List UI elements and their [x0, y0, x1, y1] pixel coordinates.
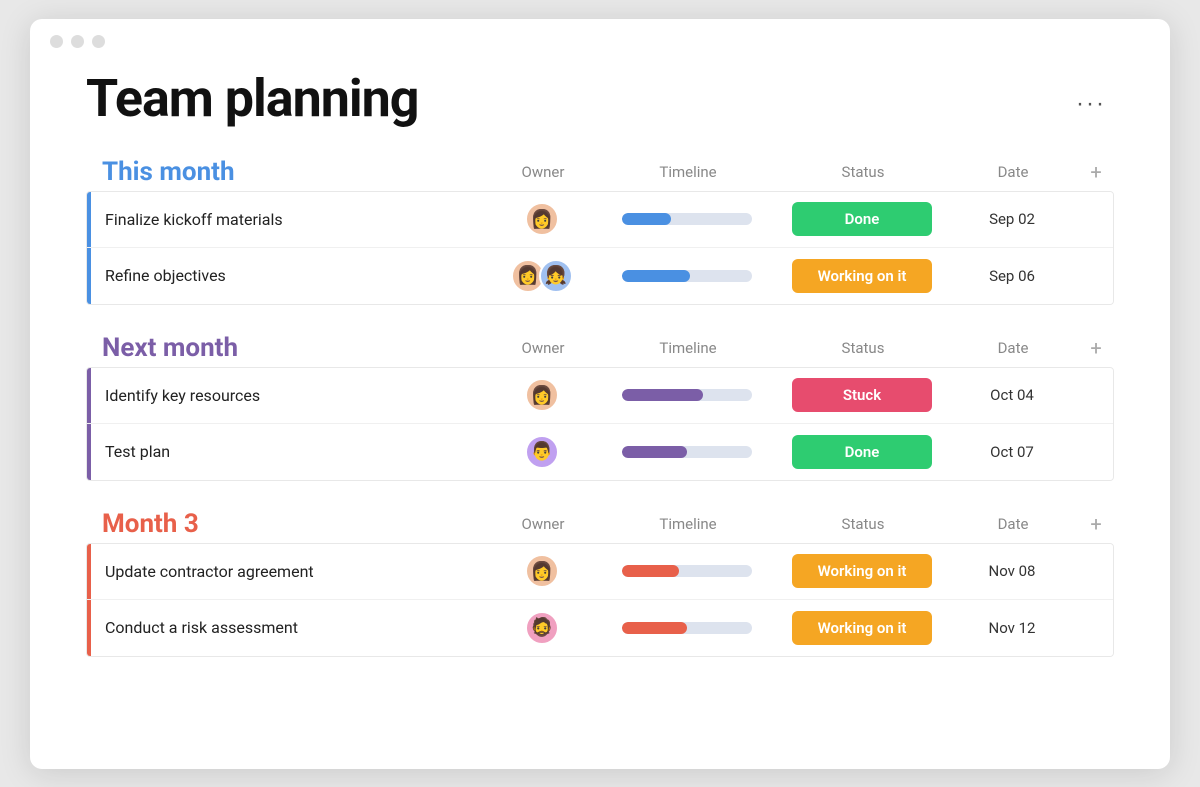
table-body: Finalize kickoff materials 👩 Done Sep 02…	[86, 191, 1114, 305]
col-header-date: Date	[948, 515, 1078, 533]
section-this-month: This month Owner Timeline Status Date + …	[86, 157, 1114, 305]
timeline-bar-bg	[622, 213, 752, 225]
page-title: Team planning	[86, 68, 419, 129]
status-badge: Done	[792, 202, 932, 236]
timeline-bar-bg	[622, 270, 752, 282]
owner-cell: 👩	[487, 202, 597, 236]
timeline-bar-fill	[622, 622, 687, 634]
page-header: Team planning ···	[86, 68, 1114, 129]
date-cell: Nov 12	[947, 619, 1077, 637]
status-badge: Working on it	[792, 259, 932, 293]
timeline-cell	[597, 270, 777, 282]
timeline-bar-bg	[622, 446, 752, 458]
col-header-status: Status	[778, 515, 948, 533]
more-button[interactable]: ···	[1068, 86, 1114, 122]
timeline-cell	[597, 565, 777, 577]
main-window: Team planning ··· This month Owner Timel…	[30, 19, 1170, 769]
dot-red	[50, 35, 63, 48]
timeline-bar-fill	[622, 565, 679, 577]
task-name: Test plan	[91, 442, 487, 461]
status-badge: Working on it	[792, 554, 932, 588]
timeline-bar-fill	[622, 446, 687, 458]
col-header-status: Status	[778, 163, 948, 181]
section-title: Next month	[102, 333, 238, 363]
timeline-cell	[597, 446, 777, 458]
section-month-3: Month 3 Owner Timeline Status Date + Upd…	[86, 509, 1114, 657]
col-header-owner: Owner	[488, 339, 598, 357]
col-header-date: Date	[948, 339, 1078, 357]
table-row[interactable]: Update contractor agreement 👩 Working on…	[87, 544, 1113, 600]
sections-container: This month Owner Timeline Status Date + …	[86, 157, 1114, 657]
timeline-cell	[597, 213, 777, 225]
col-header-timeline: Timeline	[598, 515, 778, 533]
task-name: Update contractor agreement	[91, 562, 487, 581]
timeline-bar-bg	[622, 622, 752, 634]
owner-cell: 👨	[487, 435, 597, 469]
col-header-timeline: Timeline	[598, 163, 778, 181]
owner-cell: 🧔	[487, 611, 597, 645]
status-badge: Working on it	[792, 611, 932, 645]
date-cell: Nov 08	[947, 562, 1077, 580]
timeline-bar-fill	[622, 213, 671, 225]
titlebar	[30, 19, 1170, 58]
avatar: 👩	[525, 554, 559, 588]
status-cell: Stuck	[777, 378, 947, 412]
avatar: 👧	[539, 259, 573, 293]
timeline-bar-bg	[622, 389, 752, 401]
table-row[interactable]: Identify key resources 👩 Stuck Oct 04	[87, 368, 1113, 424]
section-header-row: This month Owner Timeline Status Date +	[86, 157, 1114, 187]
section-title: Month 3	[102, 509, 199, 539]
avatar: 👨	[525, 435, 559, 469]
add-row-button[interactable]: +	[1078, 512, 1114, 536]
task-name: Identify key resources	[91, 386, 487, 405]
timeline-bar-bg	[622, 565, 752, 577]
status-cell: Working on it	[777, 611, 947, 645]
timeline-cell	[597, 389, 777, 401]
add-row-button[interactable]: +	[1078, 160, 1114, 184]
page-content: Team planning ··· This month Owner Timel…	[30, 58, 1170, 695]
col-header-owner: Owner	[488, 163, 598, 181]
table-row[interactable]: Test plan 👨 Done Oct 07	[87, 424, 1113, 480]
section-header-row: Next month Owner Timeline Status Date +	[86, 333, 1114, 363]
status-cell: Done	[777, 435, 947, 469]
table-row[interactable]: Finalize kickoff materials 👩 Done Sep 02	[87, 192, 1113, 248]
section-title: This month	[102, 157, 235, 187]
timeline-bar-fill	[622, 270, 690, 282]
status-cell: Working on it	[777, 554, 947, 588]
task-name: Finalize kickoff materials	[91, 210, 487, 229]
table-row[interactable]: Conduct a risk assessment 🧔 Working on i…	[87, 600, 1113, 656]
date-cell: Oct 07	[947, 443, 1077, 461]
task-name: Conduct a risk assessment	[91, 618, 487, 637]
date-cell: Oct 04	[947, 386, 1077, 404]
status-badge: Done	[792, 435, 932, 469]
add-row-button[interactable]: +	[1078, 336, 1114, 360]
owner-cell: 👩	[487, 554, 597, 588]
status-cell: Done	[777, 202, 947, 236]
task-name: Refine objectives	[91, 266, 487, 285]
col-header-timeline: Timeline	[598, 339, 778, 357]
table-body: Identify key resources 👩 Stuck Oct 04 Te…	[86, 367, 1114, 481]
timeline-cell	[597, 622, 777, 634]
date-cell: Sep 02	[947, 210, 1077, 228]
avatar: 🧔	[525, 611, 559, 645]
timeline-bar-fill	[622, 389, 703, 401]
dot-yellow	[71, 35, 84, 48]
col-header-status: Status	[778, 339, 948, 357]
status-cell: Working on it	[777, 259, 947, 293]
col-header-date: Date	[948, 163, 1078, 181]
dot-green	[92, 35, 105, 48]
col-header-owner: Owner	[488, 515, 598, 533]
avatar: 👩	[525, 378, 559, 412]
status-badge: Stuck	[792, 378, 932, 412]
owner-cell: 👩👧	[487, 259, 597, 293]
table-row[interactable]: Refine objectives 👩👧 Working on it Sep 0…	[87, 248, 1113, 304]
section-header-row: Month 3 Owner Timeline Status Date +	[86, 509, 1114, 539]
owner-cell: 👩	[487, 378, 597, 412]
section-next-month: Next month Owner Timeline Status Date + …	[86, 333, 1114, 481]
date-cell: Sep 06	[947, 267, 1077, 285]
table-body: Update contractor agreement 👩 Working on…	[86, 543, 1114, 657]
avatar: 👩	[525, 202, 559, 236]
